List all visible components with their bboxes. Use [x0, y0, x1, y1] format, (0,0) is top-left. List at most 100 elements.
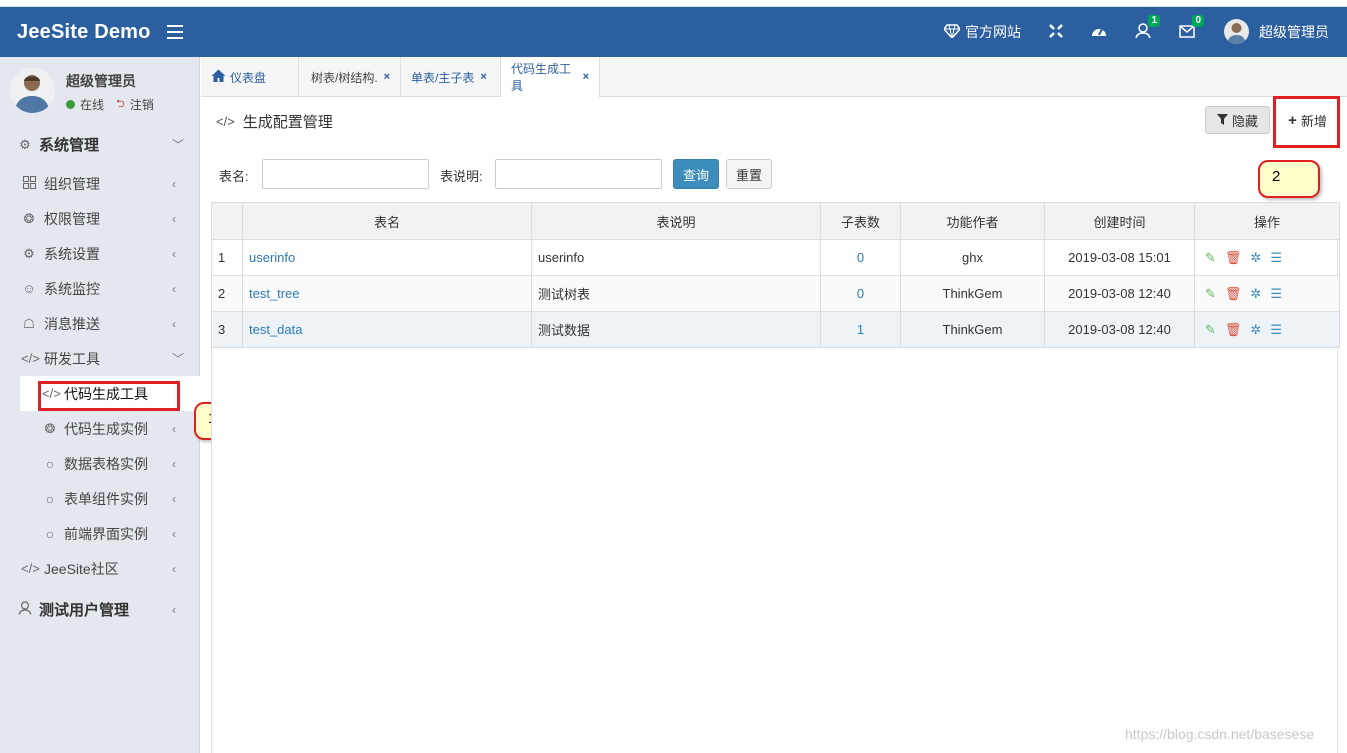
chevron-left-icon: ‹: [172, 421, 176, 436]
hide-button-label: 隐藏: [1231, 113, 1258, 129]
tab-dashboard[interactable]: 仪表盘: [201, 57, 299, 97]
row-number: 1: [211, 239, 243, 276]
brand-logo[interactable]: JeeSite Demo: [17, 21, 151, 44]
close-icon[interactable]: ×: [480, 71, 486, 83]
chevron-left-icon: ‹: [172, 456, 176, 471]
reset-button[interactable]: 重置: [726, 159, 772, 189]
add-button-label: 新增: [1300, 113, 1327, 129]
hide-search-button[interactable]: 隐藏: [1205, 106, 1270, 134]
delete-icon[interactable]: 🗑: [1225, 250, 1242, 266]
author-cell: ThinkGem: [900, 311, 1045, 348]
child-count-link[interactable]: 1: [857, 322, 864, 337]
top-navbar: JeeSite Demo 官方网站 1 0 超级管理员: [0, 7, 1347, 57]
row-actions: ✎ 🗑 ✲ ☰: [1201, 286, 1333, 302]
table-desc-input[interactable]: [495, 159, 662, 189]
tab-codegen-tool[interactable]: 代码生成工具 ×: [501, 57, 600, 97]
tab-single-table[interactable]: 单表/主子表 ×: [401, 57, 501, 97]
sidebar-item-label: 组织管理: [44, 175, 100, 192]
close-icon[interactable]: ×: [384, 71, 390, 83]
user-avatar-small[interactable]: [1224, 19, 1249, 44]
delete-icon[interactable]: 🗑: [1225, 286, 1242, 302]
col-header-table-name[interactable]: 表名: [242, 202, 532, 240]
page-title: </> 生成配置管理: [216, 111, 333, 132]
child-count-link[interactable]: 0: [857, 250, 864, 265]
col-header-author[interactable]: 功能作者: [900, 202, 1045, 240]
chevron-left-icon: ‹: [172, 602, 176, 617]
edit-icon[interactable]: ✎: [1205, 286, 1216, 302]
edit-icon[interactable]: ✎: [1205, 322, 1216, 338]
sidebar-item-label: JeeSite社区: [44, 560, 119, 577]
table-name-label: 表名:: [219, 169, 249, 184]
col-header-child-count[interactable]: 子表数: [820, 202, 901, 240]
sidebar-item-system-management[interactable]: ⚙ 系统管理 ﹀: [0, 127, 200, 162]
sidebar: 超级管理员 在线 ⮌ 注销 ⚙ 系统管理 ﹀ 组织管理 ‹ ❂ 权限管理 ‹ ⚙…: [0, 57, 200, 753]
chevron-down-icon: ﹀: [172, 138, 185, 152]
dashboard-icon[interactable]: [1090, 22, 1108, 40]
table-row[interactable]: 2 test_tree 测试树表 0 ThinkGem 2019-03-08 1…: [211, 275, 1340, 312]
table-name-link[interactable]: test_tree: [249, 286, 300, 301]
menu-icon[interactable]: ☰: [1270, 286, 1282, 302]
child-count-link[interactable]: 0: [857, 286, 864, 301]
code-icon: </>: [216, 114, 235, 129]
menu-icon[interactable]: ☰: [1270, 250, 1282, 266]
query-button[interactable]: 查询: [673, 159, 719, 189]
menu-icon[interactable]: ☰: [1270, 322, 1282, 338]
table-desc-cell: 测试树表: [531, 275, 821, 312]
chevron-left-icon: ‹: [172, 491, 176, 506]
col-header-created[interactable]: 创建时间: [1044, 202, 1195, 240]
sidebar-item-label: 研发工具: [44, 350, 100, 367]
logout-link[interactable]: 注销: [130, 96, 154, 113]
sidebar-item-settings[interactable]: ⚙ 系统设置 ‹: [0, 236, 200, 271]
tab-label: 树表/树结构...: [311, 70, 378, 85]
sidebar-item-label: 权限管理: [44, 210, 100, 227]
col-header-table-desc[interactable]: 表说明: [531, 202, 821, 240]
code-icon: </>: [21, 351, 40, 366]
circle-icon: ○: [45, 490, 55, 507]
sidebar-toggle-icon[interactable]: [167, 25, 183, 39]
sidebar-item-org[interactable]: 组织管理 ‹: [0, 166, 200, 201]
sidebar-item-community[interactable]: </> JeeSite社区 ‹: [0, 551, 200, 586]
official-site-link[interactable]: 官方网站: [943, 7, 1021, 57]
gear-icon: ⚙: [19, 136, 31, 152]
sidebar-item-message[interactable]: ☖ 消息推送 ‹: [0, 306, 200, 341]
logout-icon[interactable]: ⮌: [116, 95, 125, 114]
bug-icon[interactable]: ✲: [1250, 286, 1261, 302]
page-title-text: 生成配置管理: [242, 114, 333, 131]
sidebar-item-label: 代码生成实例: [64, 420, 148, 437]
edit-icon[interactable]: ✎: [1205, 250, 1216, 266]
table-row[interactable]: 3 test_data 测试数据 1 ThinkGem 2019-03-08 1…: [211, 311, 1340, 348]
sidebar-item-datagrid-example[interactable]: ○ 数据表格实例 ‹: [0, 446, 200, 481]
sidebar-item-frontend-example[interactable]: ○ 前端界面实例 ‹: [0, 516, 200, 551]
sidebar-item-monitor[interactable]: ☺ 系统监控 ‹: [0, 271, 200, 306]
sidebar-user-name: 超级管理员: [66, 73, 136, 89]
table-desc-cell: userinfo: [531, 239, 821, 276]
close-icon[interactable]: ×: [583, 71, 589, 83]
tab-tree-table[interactable]: 树表/树结构... ×: [301, 57, 401, 97]
sidebar-item-label: 测试用户管理: [39, 602, 130, 619]
grid-header-row: 表名 表说明 子表数 功能作者 创建时间 操作: [211, 202, 1340, 240]
table-name-link[interactable]: userinfo: [249, 250, 295, 265]
table-row[interactable]: 1 userinfo userinfo 0 ghx 2019-03-08 15:…: [211, 239, 1340, 276]
filter-icon: [1216, 113, 1228, 128]
mail-icon[interactable]: 0: [1178, 15, 1204, 40]
code-icon: </>: [42, 386, 61, 401]
delete-icon[interactable]: 🗑: [1225, 322, 1242, 338]
sidebar-item-form-example[interactable]: ○ 表单组件实例 ‹: [0, 481, 200, 516]
bug-icon[interactable]: ✲: [1250, 250, 1261, 266]
tab-bar: 仪表盘 树表/树结构... × 单表/主子表 × 代码生成工具 ×: [201, 57, 1347, 97]
diamond-icon: [943, 23, 961, 41]
fullscreen-icon[interactable]: [1047, 22, 1065, 40]
sidebar-item-devtools[interactable]: </> 研发工具 ﹀: [0, 341, 200, 376]
table-name-link[interactable]: test_data: [249, 322, 303, 337]
notification-icon[interactable]: 1: [1134, 15, 1160, 40]
bug-icon[interactable]: ✲: [1250, 322, 1261, 338]
add-button[interactable]: + 新增: [1279, 106, 1336, 134]
user-menu[interactable]: 超级管理员: [1259, 7, 1329, 57]
sidebar-item-test-users[interactable]: 测试用户管理 ‹: [0, 592, 200, 627]
table-name-input[interactable]: [262, 159, 429, 189]
chevron-left-icon: ‹: [172, 211, 176, 226]
sidebar-item-codegen-tool[interactable]: </> 代码生成工具: [20, 376, 200, 411]
callout-2: 2: [1258, 160, 1320, 198]
sidebar-item-codegen-example[interactable]: ❂ 代码生成实例 ‹: [0, 411, 200, 446]
sidebar-item-permission[interactable]: ❂ 权限管理 ‹: [0, 201, 200, 236]
